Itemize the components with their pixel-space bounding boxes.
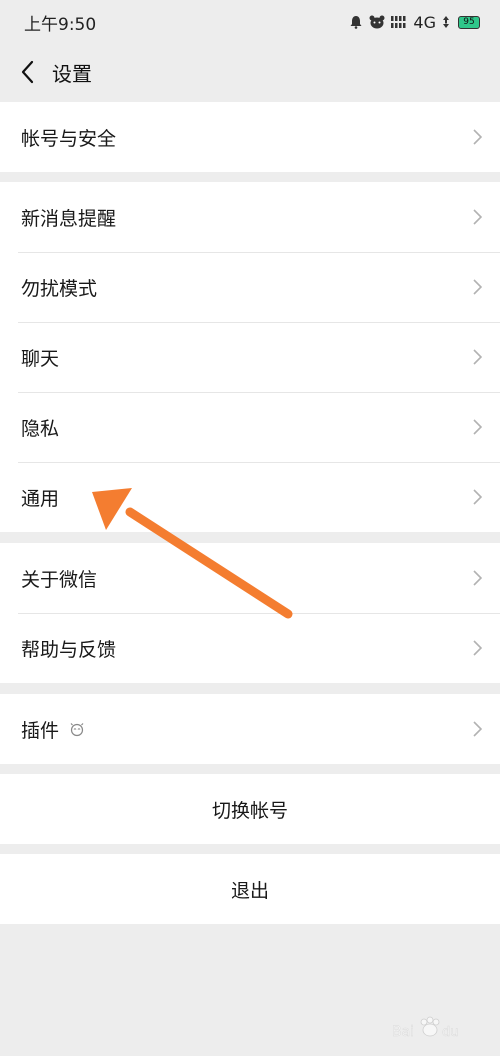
status-icons: 4G 95 xyxy=(349,13,480,32)
page-title: 设置 xyxy=(52,61,92,86)
settings-item-chat[interactable]: 聊天 xyxy=(0,322,500,392)
status-time: 上午9:50 xyxy=(24,14,97,35)
back-button[interactable] xyxy=(2,44,52,100)
watermark-logo: Bai du xyxy=(392,1016,459,1040)
settings-group-about: 关于微信 帮助与反馈 xyxy=(0,543,500,683)
settings-item-privacy[interactable]: 隐私 xyxy=(0,392,500,462)
notification-bell-icon xyxy=(350,16,362,29)
settings-item-label: 插件 xyxy=(21,719,60,742)
settings-group-account: 帐号与安全 xyxy=(0,102,500,172)
settings-item-label: 新消息提醒 xyxy=(21,207,117,230)
logout-label: 退出 xyxy=(230,879,269,902)
settings-group-general: 新消息提醒 勿扰模式 聊天 隐私 通用 xyxy=(0,182,500,532)
logout-group: 退出 xyxy=(0,854,500,924)
settings-item-label: 聊天 xyxy=(21,347,60,370)
settings-item-about-wechat[interactable]: 关于微信 xyxy=(0,543,500,613)
nav-bar: 设置 xyxy=(0,44,500,100)
settings-item-label: 通用 xyxy=(21,487,60,510)
battery-level: 95 xyxy=(463,17,475,27)
chevron-right-icon xyxy=(473,209,482,225)
chevron-right-icon xyxy=(473,349,482,365)
settings-item-notifications[interactable]: 新消息提醒 xyxy=(0,182,500,252)
settings-item-plugins[interactable]: 插件 xyxy=(0,694,500,764)
signal-grid-icon xyxy=(391,15,406,28)
settings-item-general[interactable]: 通用 xyxy=(0,462,500,532)
settings-item-label: 关于微信 xyxy=(21,568,98,591)
switch-account-label: 切换帐号 xyxy=(211,799,288,822)
signal-icon xyxy=(443,16,449,28)
svg-text:Bai: Bai xyxy=(392,1024,414,1040)
network-type: 4G xyxy=(413,12,436,32)
chevron-right-icon xyxy=(473,640,482,656)
back-chevron-icon xyxy=(21,60,34,84)
settings-item-account-security[interactable]: 帐号与安全 xyxy=(0,102,500,172)
chevron-right-icon xyxy=(473,721,482,737)
settings-item-label: 帐号与安全 xyxy=(21,127,117,150)
status-bar: 上午9:50 4G 95 xyxy=(0,0,500,44)
battery-icon: 95 xyxy=(458,15,480,29)
switch-account-button[interactable]: 切换帐号 xyxy=(0,774,500,844)
chevron-right-icon xyxy=(473,279,482,295)
settings-screen: 上午9:50 4G 95 设置 帐号与安全 新消息提醒 勿扰模式 聊天 隐私 通… xyxy=(0,0,500,1056)
settings-item-label: 隐私 xyxy=(21,417,60,440)
chevron-right-icon xyxy=(473,129,482,145)
svg-text:du: du xyxy=(442,1025,459,1040)
chevron-right-icon xyxy=(473,570,482,586)
plugin-icon xyxy=(70,723,84,737)
logout-button[interactable]: 退出 xyxy=(0,854,500,924)
chevron-right-icon xyxy=(473,489,482,505)
settings-item-do-not-disturb[interactable]: 勿扰模式 xyxy=(0,252,500,322)
switch-account-group: 切换帐号 xyxy=(0,774,500,844)
settings-item-label: 勿扰模式 xyxy=(21,277,98,300)
app-badge-icon xyxy=(369,15,385,29)
settings-item-label: 帮助与反馈 xyxy=(21,638,117,661)
settings-item-help-feedback[interactable]: 帮助与反馈 xyxy=(0,613,500,683)
chevron-right-icon xyxy=(473,419,482,435)
settings-group-plugins: 插件 xyxy=(0,694,500,764)
